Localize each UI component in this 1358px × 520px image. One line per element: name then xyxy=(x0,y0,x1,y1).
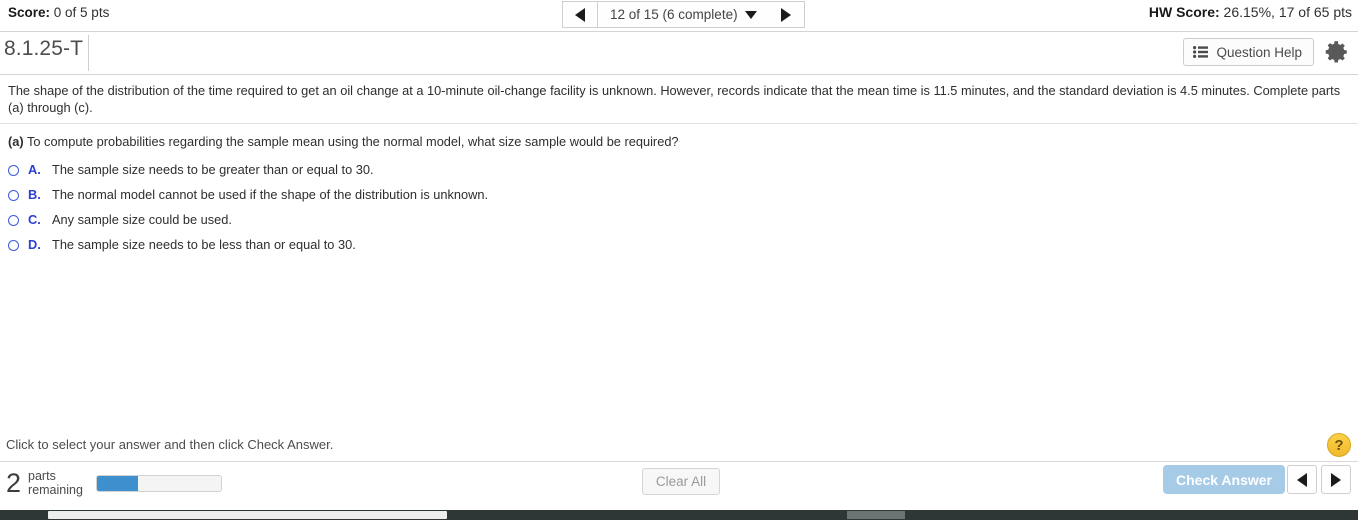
choice-letter-a: A. xyxy=(28,162,41,177)
choice-text-d: The sample size needs to be less than or… xyxy=(52,237,356,252)
problem-stem-text: The shape of the distribution of the tim… xyxy=(8,83,1341,115)
radio-button-b[interactable] xyxy=(8,190,19,201)
triangle-left-icon xyxy=(1297,472,1307,487)
hw-score-display: HW Score: 26.15%, 17 of 65 pts xyxy=(1149,4,1352,20)
question-mark-help-icon[interactable]: ? xyxy=(1327,433,1351,457)
problem-stem: The shape of the distribution of the tim… xyxy=(0,75,1358,124)
scrollbar-thumb[interactable] xyxy=(48,511,447,519)
triangle-right-icon xyxy=(781,7,792,22)
choice-text-a: The sample size needs to be greater than… xyxy=(52,162,374,177)
question-pager: 12 of 15 (6 complete) xyxy=(562,1,805,28)
math-homework-app: Score: 0 of 5 pts 12 of 15 (6 complete) … xyxy=(0,0,1358,520)
parts-remaining-group: 2 parts remaining xyxy=(6,468,222,498)
score-value: 0 of 5 pts xyxy=(50,5,110,20)
answer-choice-c[interactable]: C. Any sample size could be used. xyxy=(8,212,1358,237)
answer-choice-d[interactable]: D. The sample size needs to be less than… xyxy=(8,237,1358,262)
question-id: 8.1.25-T xyxy=(4,37,84,60)
part-question-text: To compute probabilities regarding the s… xyxy=(26,134,679,149)
progress-bar-fill xyxy=(96,475,138,491)
question-help-label: Question Help xyxy=(1216,44,1302,60)
hw-score-value: 26.15%, 17 of 65 pts xyxy=(1219,4,1352,20)
answer-choice-b[interactable]: B. The normal model cannot be used if th… xyxy=(8,187,1358,212)
scrollbar-marker xyxy=(847,511,905,519)
gear-icon[interactable] xyxy=(1324,39,1350,65)
hint-text: Click to select your answer and then cli… xyxy=(6,437,334,452)
choice-letter-b: B. xyxy=(28,187,41,202)
answer-choice-a[interactable]: A. The sample size needs to be greater t… xyxy=(8,162,1358,187)
parts-label-line1: parts xyxy=(28,469,56,483)
bottom-prev-button[interactable] xyxy=(1287,465,1317,494)
part-label: (a) xyxy=(8,134,24,149)
question-help-button[interactable]: Question Help xyxy=(1183,38,1314,66)
choice-text-c: Any sample size could be used. xyxy=(52,212,232,227)
check-answer-button[interactable]: Check Answer xyxy=(1163,465,1285,494)
triangle-right-icon xyxy=(1331,472,1341,487)
score-bar: Score: 0 of 5 pts 12 of 15 (6 complete) … xyxy=(0,0,1358,32)
list-icon xyxy=(1193,46,1209,58)
pager-text: 12 of 15 (6 complete) xyxy=(610,7,738,22)
pager-prev-button[interactable] xyxy=(562,1,598,28)
clear-all-button[interactable]: Clear All xyxy=(642,468,720,495)
answer-choice-list: A. The sample size needs to be greater t… xyxy=(0,154,1358,262)
radio-button-c[interactable] xyxy=(8,215,19,226)
radio-button-a[interactable] xyxy=(8,165,19,176)
progress-bar xyxy=(95,474,222,492)
bottom-toolbar: 2 parts remaining Clear All Check Answer xyxy=(0,462,1358,510)
part-question: (a) To compute probabilities regarding t… xyxy=(0,124,1358,154)
hint-bar: Click to select your answer and then cli… xyxy=(0,433,1358,462)
pager-dropdown[interactable]: 12 of 15 (6 complete) xyxy=(598,1,769,28)
choice-text-b: The normal model cannot be used if the s… xyxy=(52,187,489,202)
parts-remaining-count: 2 xyxy=(6,468,22,498)
question-title-row: 8.1.25-T Question Help xyxy=(0,32,1358,75)
parts-label-line2: remaining xyxy=(28,483,83,497)
score-display: Score: 0 of 5 pts xyxy=(8,5,109,20)
choice-letter-c: C. xyxy=(28,212,41,227)
choice-letter-d: D. xyxy=(28,237,41,252)
title-divider xyxy=(88,35,89,71)
pager-next-button[interactable] xyxy=(768,1,805,28)
parts-remaining-label: parts remaining xyxy=(28,469,83,497)
bottom-navigation xyxy=(1287,465,1351,494)
horizontal-scrollbar[interactable] xyxy=(0,510,1358,520)
score-label: Score: xyxy=(8,5,51,20)
triangle-left-icon xyxy=(575,7,585,22)
chevron-down-icon xyxy=(744,10,757,19)
hw-score-label: HW Score: xyxy=(1148,4,1220,20)
radio-button-d[interactable] xyxy=(8,240,19,251)
bottom-next-button[interactable] xyxy=(1321,465,1351,494)
